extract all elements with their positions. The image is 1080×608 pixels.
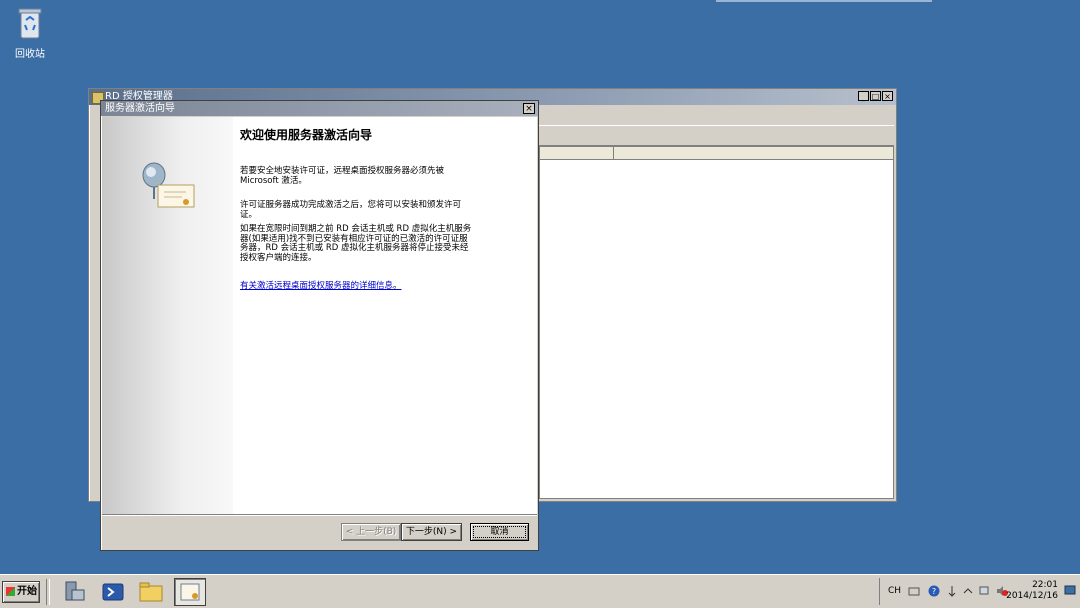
desktop-icon-recycle-bin[interactable]: 回收站: [10, 6, 50, 60]
show-hidden-icons-icon[interactable]: [962, 585, 974, 597]
powershell-icon[interactable]: [100, 580, 126, 604]
help-icon[interactable]: ?: [928, 585, 940, 597]
wizard-title-bar[interactable]: 服务器激活向导 ×: [101, 101, 538, 116]
taskbar: 开始 CH ? 22:01 2014/12/16: [0, 574, 1080, 608]
ime-settings-icon[interactable]: [946, 585, 958, 597]
link-suffix: 。: [393, 281, 402, 291]
cancel-button[interactable]: 取消: [470, 523, 529, 541]
taskbar-licensing-manager[interactable]: [174, 578, 206, 606]
column-header[interactable]: [614, 147, 893, 159]
wizard-close-button[interactable]: ×: [523, 103, 535, 114]
recycle-bin-icon: [18, 8, 42, 39]
maximize-button[interactable]: □: [870, 91, 881, 101]
wizard-heading: 欢迎使用服务器激活向导: [240, 128, 373, 142]
network-icon[interactable]: [978, 585, 990, 597]
certificate-satellite-icon: [142, 162, 195, 208]
start-label: 开始: [17, 586, 37, 597]
licensing-paragraph: 许可证服务器成功完成激活之后，您将可以安装和颁发许可证。: [240, 200, 462, 220]
server-manager-icon[interactable]: [60, 580, 86, 604]
clock[interactable]: 22:01 2014/12/16: [1006, 580, 1058, 602]
wizard-side-panel: [102, 117, 233, 514]
recycle-bin-label: 回收站: [15, 49, 45, 60]
close-button[interactable]: ×: [882, 91, 893, 101]
windows-flag-icon: [6, 587, 15, 596]
minimize-button[interactable]: _: [858, 91, 869, 101]
keyboard-icon[interactable]: [908, 585, 920, 597]
system-tray: CH ? 22:01 2014/12/16: [879, 578, 1080, 605]
license-manager-icon: [180, 583, 200, 601]
back-button[interactable]: < 上一步(B): [341, 523, 401, 541]
clock-date: 2014/12/16: [1006, 591, 1058, 601]
top-edge-window: [716, 0, 932, 2]
wizard-divider: [102, 514, 537, 516]
taskbar-separator: [46, 579, 50, 605]
language-indicator[interactable]: CH: [888, 586, 901, 596]
file-explorer-icon[interactable]: [138, 580, 164, 604]
show-desktop-icon[interactable]: [1064, 584, 1076, 596]
intro-paragraph: 若要安全地安装许可证，远程桌面授权服务器必须先被 Microsoft 激活。: [240, 166, 445, 186]
toolbar: [539, 125, 894, 146]
next-button[interactable]: 下一步(N) >: [401, 523, 462, 541]
server-activation-wizard[interactable]: 服务器激活向导 × 欢迎使用服务器激活向导 若要安全地安装许可证，远程桌面授权服…: [100, 100, 539, 551]
wizard-content: 欢迎使用服务器激活向导 若要安全地安装许可证，远程桌面授权服务器必须先被 Mic…: [233, 117, 537, 514]
list-header: [540, 147, 893, 160]
grace-period-paragraph: 如果在宽限时间到期之前 RD 会话主机或 RD 虚拟化主机服务器(如果适用)找不…: [240, 224, 472, 263]
server-list-view[interactable]: [539, 146, 894, 499]
details-link[interactable]: 有关激活远程桌面授权服务器的详细信息: [240, 281, 393, 291]
svg-text:?: ?: [932, 587, 936, 596]
column-header[interactable]: [540, 147, 614, 159]
clock-time: 22:01: [1032, 580, 1058, 590]
wizard-title: 服务器激活向导: [105, 103, 175, 114]
start-button[interactable]: 开始: [2, 581, 40, 603]
